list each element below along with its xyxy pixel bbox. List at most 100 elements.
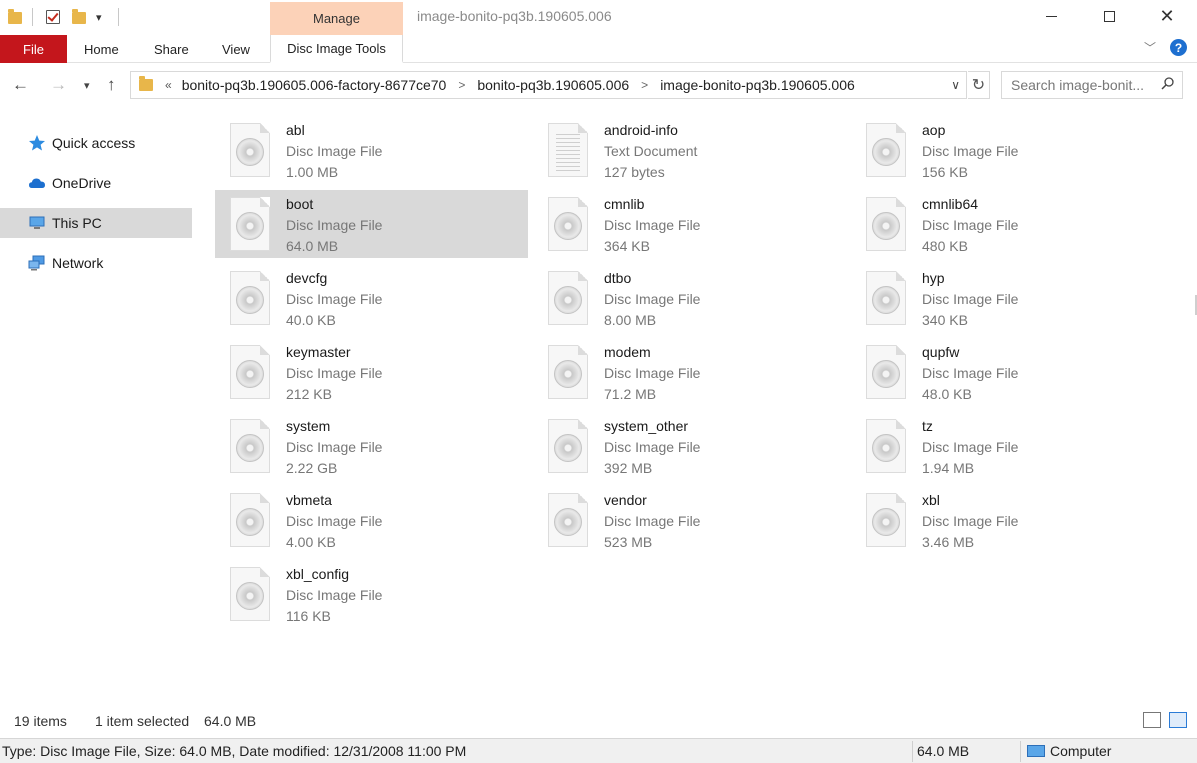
location: Computer xyxy=(1027,743,1111,759)
recent-locations-chevron-icon[interactable]: ▾ xyxy=(84,79,90,92)
divider xyxy=(912,741,913,762)
computer-icon xyxy=(1027,745,1045,757)
properties-icon[interactable] xyxy=(46,7,60,27)
tab-file[interactable]: File xyxy=(0,35,67,63)
sidebar-item-onedrive[interactable]: OneDrive xyxy=(0,168,192,198)
file-size: 71.2 MB xyxy=(604,386,657,402)
breadcrumb-item[interactable]: bonito-pq3b.190605.006-factory-8677ce70 xyxy=(182,77,447,93)
file-item[interactable]: boot Disc Image File 64.0 MB xyxy=(215,190,528,258)
file-item[interactable]: xbl_config Disc Image File 116 KB xyxy=(215,560,528,628)
file-item[interactable]: abl Disc Image File 1.00 MB xyxy=(215,116,528,184)
file-type: Disc Image File xyxy=(604,217,701,233)
file-type: Disc Image File xyxy=(286,291,383,307)
up-arrow-icon[interactable]: ↑ xyxy=(107,75,116,95)
tab-share[interactable]: Share xyxy=(154,35,189,63)
sidebar-item-label: Network xyxy=(52,255,104,271)
help-icon[interactable]: ? xyxy=(1170,39,1187,56)
file-item[interactable]: aop Disc Image File 156 KB xyxy=(851,116,1164,184)
file-size: 364 KB xyxy=(604,238,650,254)
maximize-button[interactable] xyxy=(1080,0,1138,32)
address-dropdown-chevron-icon[interactable]: ∨ xyxy=(951,78,960,92)
file-item[interactable]: vbmeta Disc Image File 4.00 KB xyxy=(215,486,528,554)
file-size: 212 KB xyxy=(286,386,332,402)
file-item[interactable]: qupfw Disc Image File 48.0 KB xyxy=(851,338,1164,406)
breadcrumb-item[interactable]: bonito-pq3b.190605.006 xyxy=(477,77,629,93)
file-item[interactable]: dtbo Disc Image File 8.00 MB xyxy=(533,264,846,332)
file-size: 8.00 MB xyxy=(604,312,657,328)
refresh-button[interactable]: ↻ xyxy=(968,71,990,99)
file-item[interactable]: hyp Disc Image File 340 KB xyxy=(851,264,1164,332)
back-arrow-icon[interactable]: ← xyxy=(12,75,29,95)
file-type: Disc Image File xyxy=(922,513,1019,529)
file-name: abl xyxy=(286,122,305,138)
file-item[interactable]: xbl Disc Image File 3.46 MB xyxy=(851,486,1164,554)
file-item[interactable]: cmnlib Disc Image File 364 KB xyxy=(533,190,846,258)
forward-arrow-icon[interactable]: → xyxy=(50,75,67,95)
file-name: android-info xyxy=(604,122,678,138)
file-item[interactable]: system_other Disc Image File 392 MB xyxy=(533,412,846,480)
navigation-pane: Quick access OneDrive This PC Network xyxy=(0,108,200,708)
file-item[interactable]: keymaster Disc Image File 212 KB xyxy=(215,338,528,406)
sidebar-item-this-pc[interactable]: This PC xyxy=(0,208,192,238)
file-item[interactable]: system Disc Image File 2.22 GB xyxy=(215,412,528,480)
new-folder-icon[interactable] xyxy=(72,7,86,27)
large-icons-view-icon[interactable] xyxy=(1169,712,1187,728)
title-bar: ▾ Manage image-bonito-pq3b.190605.006 ✕ xyxy=(0,0,1197,35)
manage-context-tab[interactable]: Manage xyxy=(270,2,403,35)
file-size: 340 KB xyxy=(922,312,968,328)
file-type: Disc Image File xyxy=(604,291,701,307)
file-name: qupfw xyxy=(922,344,960,360)
file-type: Disc Image File xyxy=(286,217,383,233)
breadcrumb-chevron-icon[interactable]: > xyxy=(641,78,648,92)
file-name: hyp xyxy=(922,270,945,286)
search-box[interactable] xyxy=(1001,71,1183,99)
breadcrumb-item[interactable]: image-bonito-pq3b.190605.006 xyxy=(660,77,855,93)
minimize-button[interactable] xyxy=(1022,0,1080,32)
selection-size: 64.0 MB xyxy=(204,713,257,729)
file-item[interactable]: devcfg Disc Image File 40.0 KB xyxy=(215,264,528,332)
folder-icon xyxy=(139,76,153,91)
search-icon[interactable] xyxy=(1161,77,1174,90)
file-name: devcfg xyxy=(286,270,328,286)
file-size: 523 MB xyxy=(604,534,653,550)
folder-icon[interactable] xyxy=(8,7,22,27)
breadcrumb-chevron-icon[interactable]: > xyxy=(458,78,465,92)
file-name: vbmeta xyxy=(286,492,332,508)
file-item[interactable]: cmnlib64 Disc Image File 480 KB xyxy=(851,190,1164,258)
file-name: tz xyxy=(922,418,933,434)
details-bar: Type: Disc Image File, Size: 64.0 MB, Da… xyxy=(0,738,1197,763)
file-item[interactable]: tz Disc Image File 1.94 MB xyxy=(851,412,1164,480)
disc-image-icon xyxy=(548,345,588,399)
file-name: aop xyxy=(922,122,946,138)
file-type: Disc Image File xyxy=(286,365,383,381)
file-item[interactable]: vendor Disc Image File 523 MB xyxy=(533,486,846,554)
address-bar[interactable]: « bonito-pq3b.190605.006-factory-8677ce7… xyxy=(130,71,967,99)
file-item[interactable]: modem Disc Image File 71.2 MB xyxy=(533,338,846,406)
sidebar-item-quick-access[interactable]: Quick access xyxy=(0,128,192,158)
refresh-icon: ↻ xyxy=(971,77,986,94)
disc-image-icon xyxy=(866,197,906,251)
computer-icon xyxy=(28,214,46,232)
file-type: Disc Image File xyxy=(286,143,383,159)
tab-view[interactable]: View xyxy=(222,35,250,63)
sidebar-item-label: OneDrive xyxy=(52,175,112,191)
file-list: abl Disc Image File 1.00 MB android-info Tex… xyxy=(215,116,1175,636)
file-size: 64.0 MB xyxy=(917,743,970,759)
expand-ribbon-chevron-icon[interactable]: ﹀ xyxy=(1144,39,1156,56)
text-document-icon xyxy=(548,123,588,177)
close-button[interactable]: ✕ xyxy=(1138,0,1196,32)
sidebar-item-network[interactable]: Network xyxy=(0,248,192,278)
file-item[interactable]: android-info Text Document 127 bytes xyxy=(533,116,846,184)
location-label: Computer xyxy=(1050,743,1112,759)
file-name: modem xyxy=(604,344,651,360)
customize-toolbar-dropdown-icon[interactable]: ▾ xyxy=(96,7,102,27)
file-size: 40.0 KB xyxy=(286,312,336,328)
disc-image-icon xyxy=(866,345,906,399)
breadcrumb-overflow[interactable]: « xyxy=(165,78,172,92)
search-input[interactable] xyxy=(1011,77,1161,93)
divider xyxy=(32,8,33,26)
tab-disc-image-tools[interactable]: Disc Image Tools xyxy=(270,35,403,63)
tab-home[interactable]: Home xyxy=(84,35,119,63)
file-details: Type: Disc Image File, Size: 64.0 MB, Da… xyxy=(2,743,467,759)
details-view-icon[interactable] xyxy=(1143,712,1161,728)
